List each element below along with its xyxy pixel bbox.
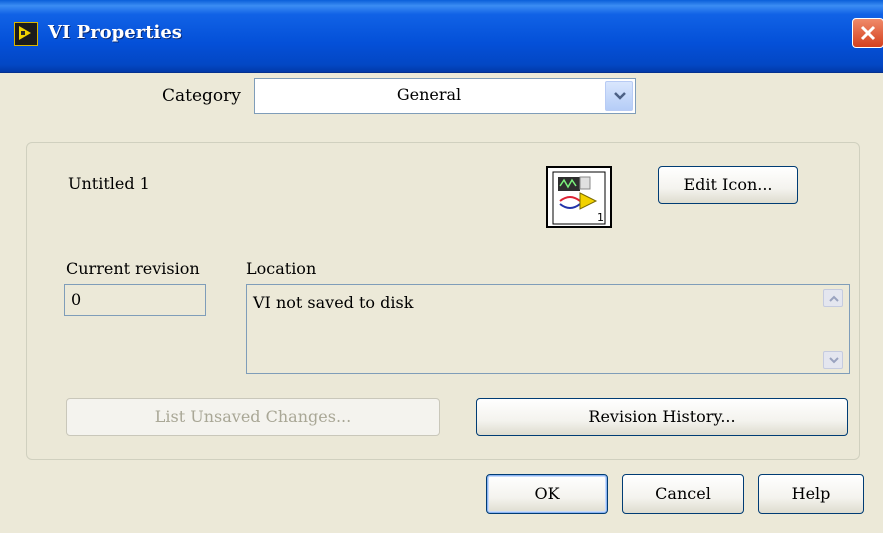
labview-vi-icon bbox=[14, 22, 38, 46]
vi-icon-preview: 1 bbox=[546, 166, 612, 228]
vi-icon-number: 1 bbox=[597, 211, 604, 224]
list-unsaved-changes-button[interactable]: List Unsaved Changes... bbox=[66, 398, 440, 436]
chevron-down-icon bbox=[614, 92, 626, 100]
current-revision-value: 0 bbox=[71, 290, 82, 309]
chevron-up-icon bbox=[829, 295, 839, 302]
cancel-button[interactable]: Cancel bbox=[622, 474, 744, 514]
edit-icon-button[interactable]: Edit Icon... bbox=[658, 166, 798, 204]
vi-name: Untitled 1 bbox=[68, 174, 150, 193]
revision-history-button[interactable]: Revision History... bbox=[476, 398, 848, 436]
chevron-down-icon bbox=[829, 357, 839, 364]
vi-properties-dialog: VI Properties Category General Untitled … bbox=[0, 0, 883, 533]
scroll-up-button[interactable] bbox=[823, 289, 843, 307]
close-icon bbox=[860, 25, 876, 41]
location-field[interactable]: VI not saved to disk bbox=[246, 284, 850, 374]
category-label: Category bbox=[162, 86, 241, 106]
dropdown-arrow-button[interactable] bbox=[605, 81, 633, 111]
location-label: Location bbox=[246, 259, 317, 278]
current-revision-field: 0 bbox=[64, 284, 206, 316]
category-selected-value: General bbox=[396, 85, 462, 104]
title-bar[interactable]: VI Properties bbox=[0, 0, 883, 73]
vi-connector-icon: 1 bbox=[552, 171, 606, 225]
scroll-down-button[interactable] bbox=[823, 351, 843, 369]
location-value: VI not saved to disk bbox=[253, 293, 414, 312]
help-button[interactable]: Help bbox=[758, 474, 864, 514]
window-title: VI Properties bbox=[48, 22, 182, 43]
close-button[interactable] bbox=[852, 18, 883, 48]
category-dropdown[interactable]: General bbox=[254, 78, 636, 114]
current-revision-label: Current revision bbox=[66, 259, 200, 278]
ok-button[interactable]: OK bbox=[486, 474, 608, 514]
